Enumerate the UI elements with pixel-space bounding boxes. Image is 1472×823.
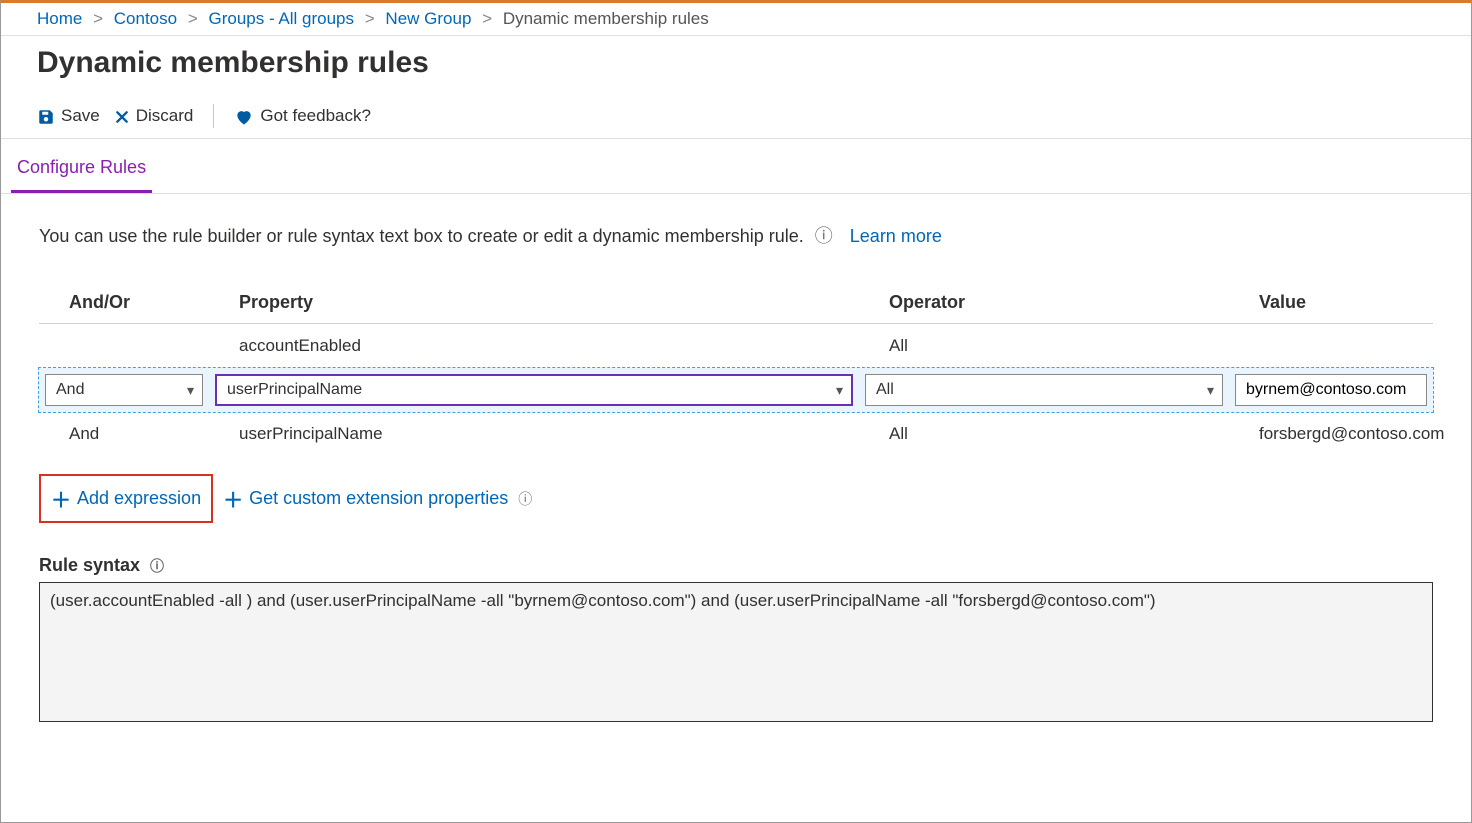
add-expression-label: Add expression <box>77 488 201 509</box>
feedback-label: Got feedback? <box>260 106 371 126</box>
feedback-button[interactable]: Got feedback? <box>234 105 371 126</box>
breadcrumb-home[interactable]: Home <box>37 9 82 28</box>
toolbar: Save Discard Got feedback? <box>1 98 1471 139</box>
breadcrumb-sep: > <box>365 9 375 28</box>
rules-table: And/Or Property Operator Value accountEn… <box>39 284 1433 456</box>
chevron-down-icon: ▾ <box>1207 382 1214 399</box>
table-row[interactable]: accountEnabled All <box>39 324 1433 369</box>
tab-configure-rules[interactable]: Configure Rules <box>11 139 152 193</box>
breadcrumb-sep: > <box>93 9 103 28</box>
value-input[interactable] <box>1235 374 1427 406</box>
heart-icon <box>234 105 254 126</box>
plus-icon: ＋ <box>223 484 243 513</box>
get-custom-label: Get custom extension properties <box>249 488 508 509</box>
breadcrumb-sep: > <box>188 9 198 28</box>
info-icon[interactable]: ⓘ <box>150 556 164 576</box>
breadcrumb-groups[interactable]: Groups - All groups <box>209 9 355 28</box>
table-row[interactable]: And userPrincipalName All forsbergd@cont… <box>39 412 1433 456</box>
andor-value: And <box>56 381 84 399</box>
col-property: Property <box>209 284 859 324</box>
cell-property: accountEnabled <box>209 324 859 369</box>
col-operator: Operator <box>859 284 1229 324</box>
breadcrumb-sep: > <box>482 9 492 28</box>
col-value: Value <box>1229 284 1433 324</box>
breadcrumb-new-group[interactable]: New Group <box>385 9 471 28</box>
info-icon[interactable]: ⓘ <box>815 226 833 246</box>
get-custom-extension-button[interactable]: ＋ Get custom extension properties ⓘ <box>223 484 532 513</box>
save-icon <box>37 106 55 127</box>
cell-value: forsbergd@contoso.com <box>1229 412 1433 456</box>
plus-icon: ＋ <box>51 484 71 513</box>
andor-dropdown[interactable]: And ▾ <box>45 374 203 406</box>
save-button[interactable]: Save <box>37 106 100 127</box>
rule-syntax-label: Rule syntax ⓘ <box>39 555 1433 576</box>
tabs: Configure Rules <box>1 139 1471 194</box>
operator-dropdown[interactable]: All ▾ <box>865 374 1223 406</box>
property-dropdown[interactable]: userPrincipalName ▾ <box>215 374 853 406</box>
chevron-down-icon: ▾ <box>836 382 843 399</box>
page-title: Dynamic membership rules <box>1 36 1471 98</box>
discard-button[interactable]: Discard <box>114 106 194 127</box>
cell-andor <box>39 324 209 369</box>
breadcrumb-contoso[interactable]: Contoso <box>114 9 177 28</box>
toolbar-divider <box>213 104 214 128</box>
add-expression-button[interactable]: ＋ Add expression <box>39 474 213 523</box>
col-andor: And/Or <box>39 284 209 324</box>
property-value: userPrincipalName <box>227 381 362 399</box>
rule-syntax-textbox[interactable]: (user.accountEnabled -all ) and (user.us… <box>39 582 1433 722</box>
helper-text-row: You can use the rule builder or rule syn… <box>39 222 1433 248</box>
cell-property: userPrincipalName <box>209 412 859 456</box>
save-label: Save <box>61 106 100 126</box>
breadcrumb: Home > Contoso > Groups - All groups > N… <box>1 3 1471 36</box>
close-icon <box>114 106 130 127</box>
info-icon[interactable]: ⓘ <box>518 489 532 509</box>
cell-operator: All <box>859 324 1229 369</box>
breadcrumb-current: Dynamic membership rules <box>503 9 709 28</box>
chevron-down-icon: ▾ <box>187 382 194 399</box>
learn-more-link[interactable]: Learn more <box>850 226 942 246</box>
cell-andor: And <box>39 412 209 456</box>
cell-value <box>1229 324 1433 369</box>
cell-operator: All <box>859 412 1229 456</box>
table-row-active[interactable]: And ▾ userPrincipalName ▾ All ▾ <box>39 368 1433 412</box>
discard-label: Discard <box>136 106 194 126</box>
operator-value: All <box>876 381 894 399</box>
helper-text: You can use the rule builder or rule syn… <box>39 226 804 246</box>
